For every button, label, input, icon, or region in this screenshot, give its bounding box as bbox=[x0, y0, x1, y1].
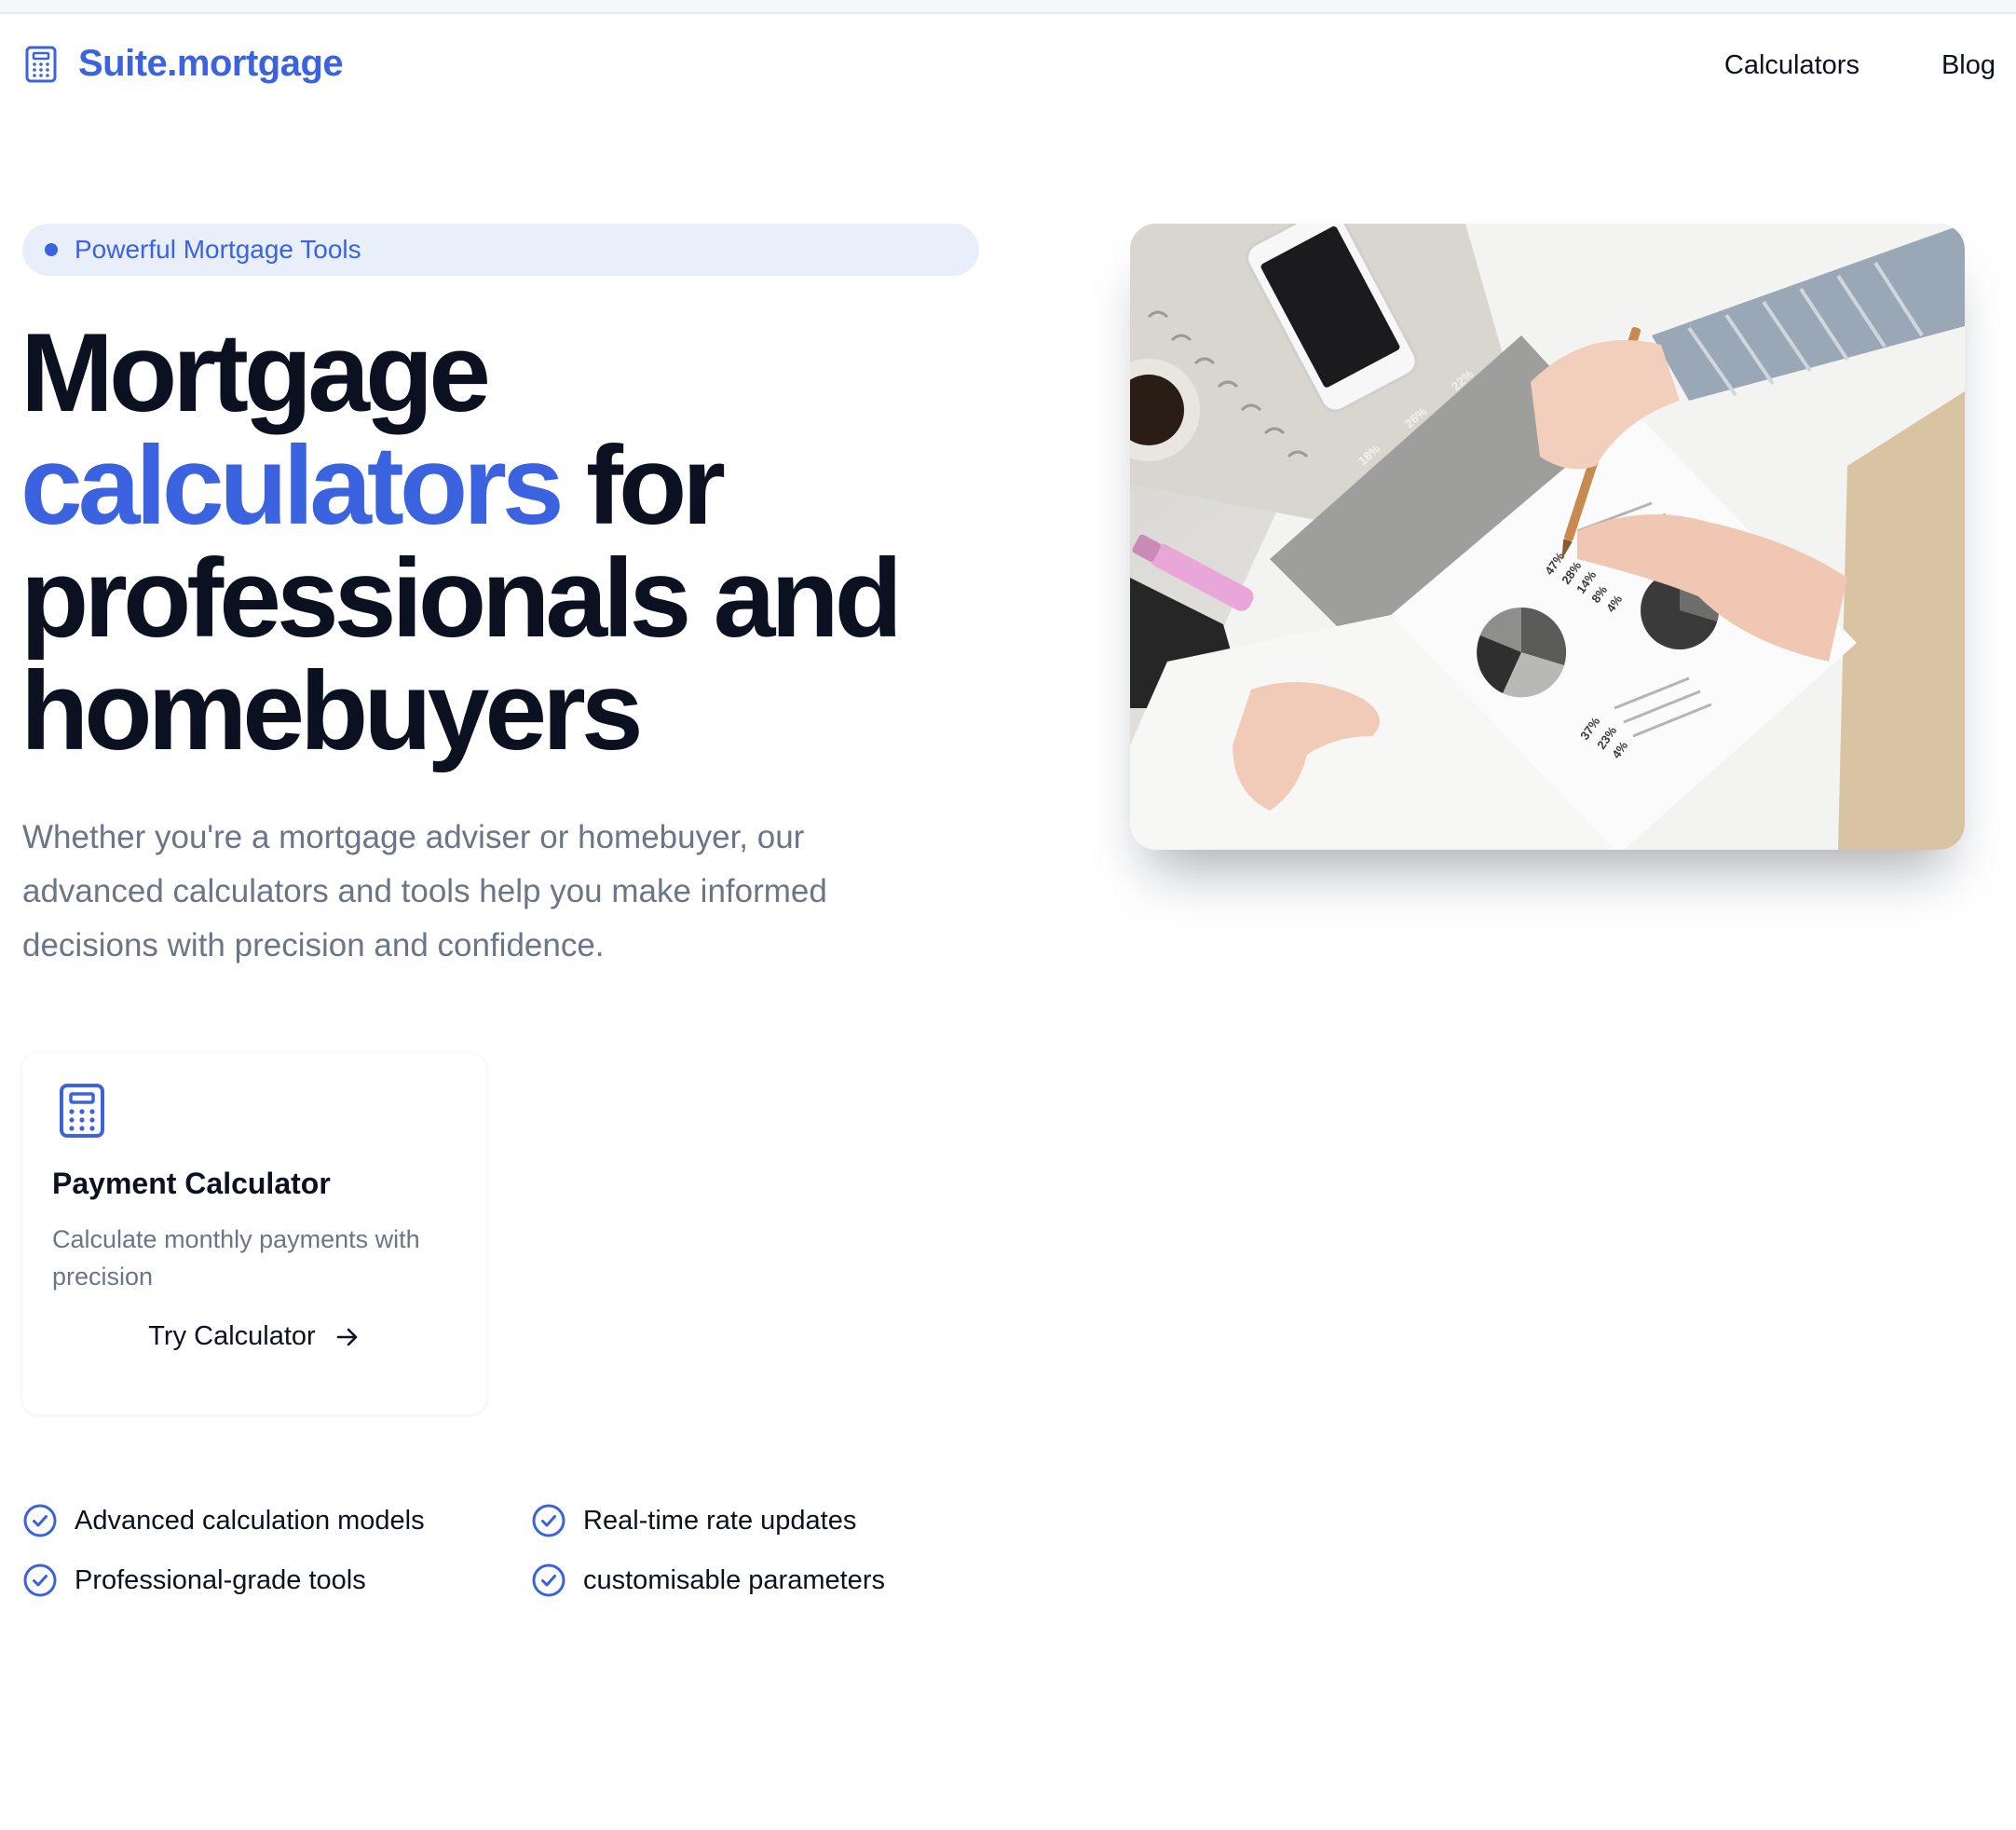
check-circle-icon bbox=[532, 1504, 565, 1537]
feature-item: Advanced calculation models bbox=[22, 1504, 531, 1537]
calculator-icon bbox=[25, 46, 57, 82]
badge-dot-icon bbox=[45, 243, 58, 256]
arrow-right-icon bbox=[336, 1328, 358, 1345]
card-title: Payment Calculator bbox=[52, 1167, 331, 1200]
check-circle-icon bbox=[532, 1564, 565, 1597]
hero-title-accent: calculators bbox=[20, 423, 565, 548]
desk-photo-illustration: 47% 28% 14% 8% 4% 37% 23% 4% 18% 26% 22% bbox=[1130, 224, 1965, 850]
calculator-icon bbox=[60, 1084, 104, 1138]
feature-item: Real-time rate updates bbox=[531, 1504, 904, 1537]
hero-title-after-accent: for bbox=[559, 423, 726, 548]
brand-name: Suite.mortgage bbox=[78, 43, 344, 84]
hero-title-line3: professionals and bbox=[20, 536, 903, 661]
main-nav: Calculators Blog bbox=[1724, 50, 1996, 81]
try-calculator-label: Try Calculator bbox=[148, 1321, 316, 1351]
feature-item: Professional-grade tools bbox=[22, 1564, 531, 1597]
try-calculator-button[interactable]: Try Calculator bbox=[22, 1321, 486, 1352]
nav-calculators[interactable]: Calculators bbox=[1724, 50, 1859, 81]
check-circle-icon bbox=[23, 1564, 57, 1597]
feature-label: Professional-grade tools bbox=[75, 1564, 366, 1595]
hero-title-line1: Mortgage bbox=[20, 310, 491, 435]
check-circle-icon bbox=[23, 1504, 57, 1537]
card-description: Calculate monthly payments with precisio… bbox=[52, 1225, 420, 1291]
feature-item: customisable parameters bbox=[531, 1564, 904, 1597]
hero-subtitle: Whether you're a mortgage adviser or hom… bbox=[22, 819, 827, 963]
nav-blog[interactable]: Blog bbox=[1941, 50, 1996, 81]
feature-label: customisable parameters bbox=[583, 1564, 885, 1595]
brand-logo-link[interactable]: Suite.mortgage bbox=[24, 43, 344, 85]
badge-label: Powerful Mortgage Tools bbox=[75, 235, 361, 264]
feature-label: Real-time rate updates bbox=[583, 1505, 857, 1536]
hero-badge: Powerful Mortgage Tools bbox=[22, 224, 979, 276]
feature-label: Advanced calculation models bbox=[75, 1505, 425, 1536]
payment-calculator-card[interactable]: Payment Calculator Calculate monthly pay… bbox=[22, 1053, 486, 1414]
hero-photo: 47% 28% 14% 8% 4% 37% 23% 4% 18% 26% 22% bbox=[1130, 224, 1965, 850]
hero-title-line4: homebuyers bbox=[20, 649, 644, 773]
hero-title: Mortgage calculators for professionals a… bbox=[20, 317, 999, 768]
feature-list: Advanced calculation models Real-time ra… bbox=[22, 1504, 904, 1597]
browser-top-strip bbox=[0, 0, 2016, 14]
